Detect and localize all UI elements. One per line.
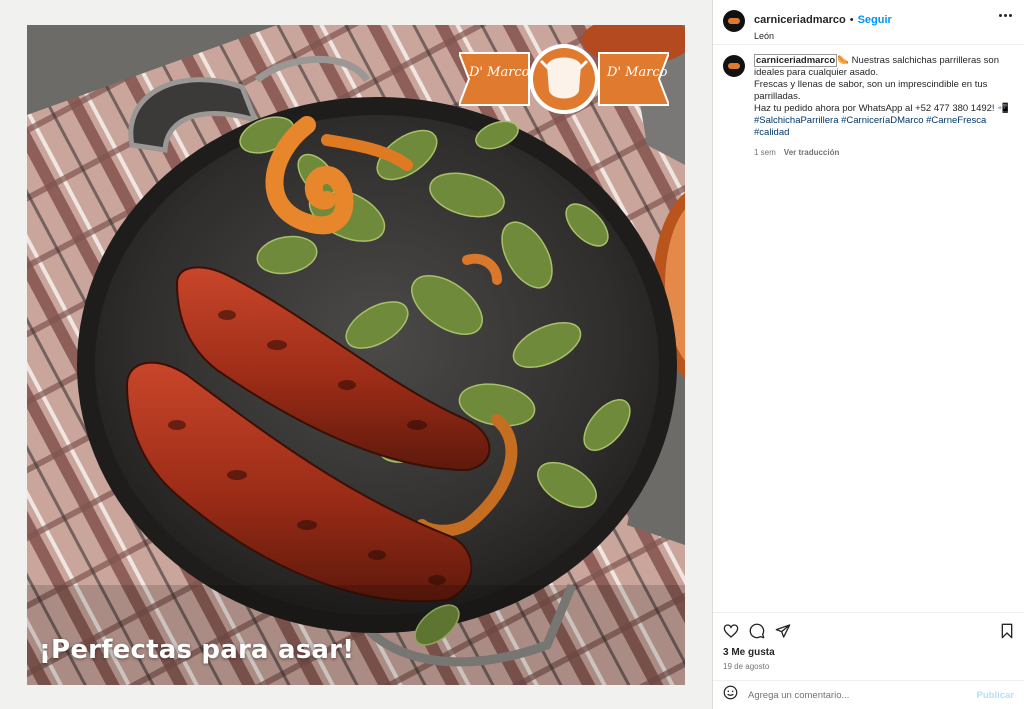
caption-avatar[interactable] [723, 55, 745, 77]
publish-button[interactable]: Publicar [977, 690, 1015, 701]
comment-input[interactable] [748, 689, 977, 701]
translate-button[interactable]: Ver traducción [784, 148, 840, 157]
caption-hashtags[interactable]: #SalchichaParrillera #CarniceríaDMarco #… [754, 115, 1012, 139]
share-icon[interactable] [775, 623, 791, 639]
more-options-icon[interactable] [999, 14, 1012, 17]
emoji-icon[interactable] [723, 685, 738, 705]
brand-name-right: D' Marco [607, 65, 668, 80]
comment-bar: Publicar [713, 680, 1024, 709]
location-label[interactable]: León [754, 31, 892, 41]
caption: carniceriadmarco 🌭 Nuestras salchichas pa… [713, 45, 1024, 159]
post-side-panel: carniceriadmarco • Seguir León carniceriad… [712, 0, 1024, 709]
caption-username[interactable]: carniceriadmarco [754, 54, 838, 67]
header-username[interactable]: carniceriadmarco [754, 14, 846, 26]
likes-count[interactable]: 3 Me gusta [713, 639, 1024, 658]
comment-icon[interactable] [749, 623, 765, 639]
post-date[interactable]: 19 de agosto [713, 658, 1024, 671]
caption-line-3: Haz tu pedido ahora por WhatsApp al +52 … [754, 103, 1010, 114]
post-overlay-text: ¡Perfectas para asar! [39, 635, 355, 665]
caption-line-2: Frescas y llenas de sabor, son un impres… [754, 79, 988, 102]
avatar[interactable] [723, 10, 745, 32]
post-time-ago[interactable]: 1 sem [754, 148, 776, 157]
food-photo [27, 25, 685, 685]
brand-name-left: D' Marco [469, 65, 530, 80]
brand-logo: D' Marco D' Marco [459, 43, 669, 115]
actions-area: 3 Me gusta 19 de agosto [713, 612, 1024, 671]
heart-icon[interactable] [723, 623, 739, 639]
header-separator: • [849, 14, 854, 26]
follow-button[interactable]: Seguir [858, 14, 892, 26]
post-header: carniceriadmarco • Seguir León [713, 0, 1024, 44]
bookmark-icon[interactable] [1000, 623, 1014, 639]
post-image[interactable]: D' Marco D' Marco ¡Perfectas para asar! [27, 25, 685, 685]
